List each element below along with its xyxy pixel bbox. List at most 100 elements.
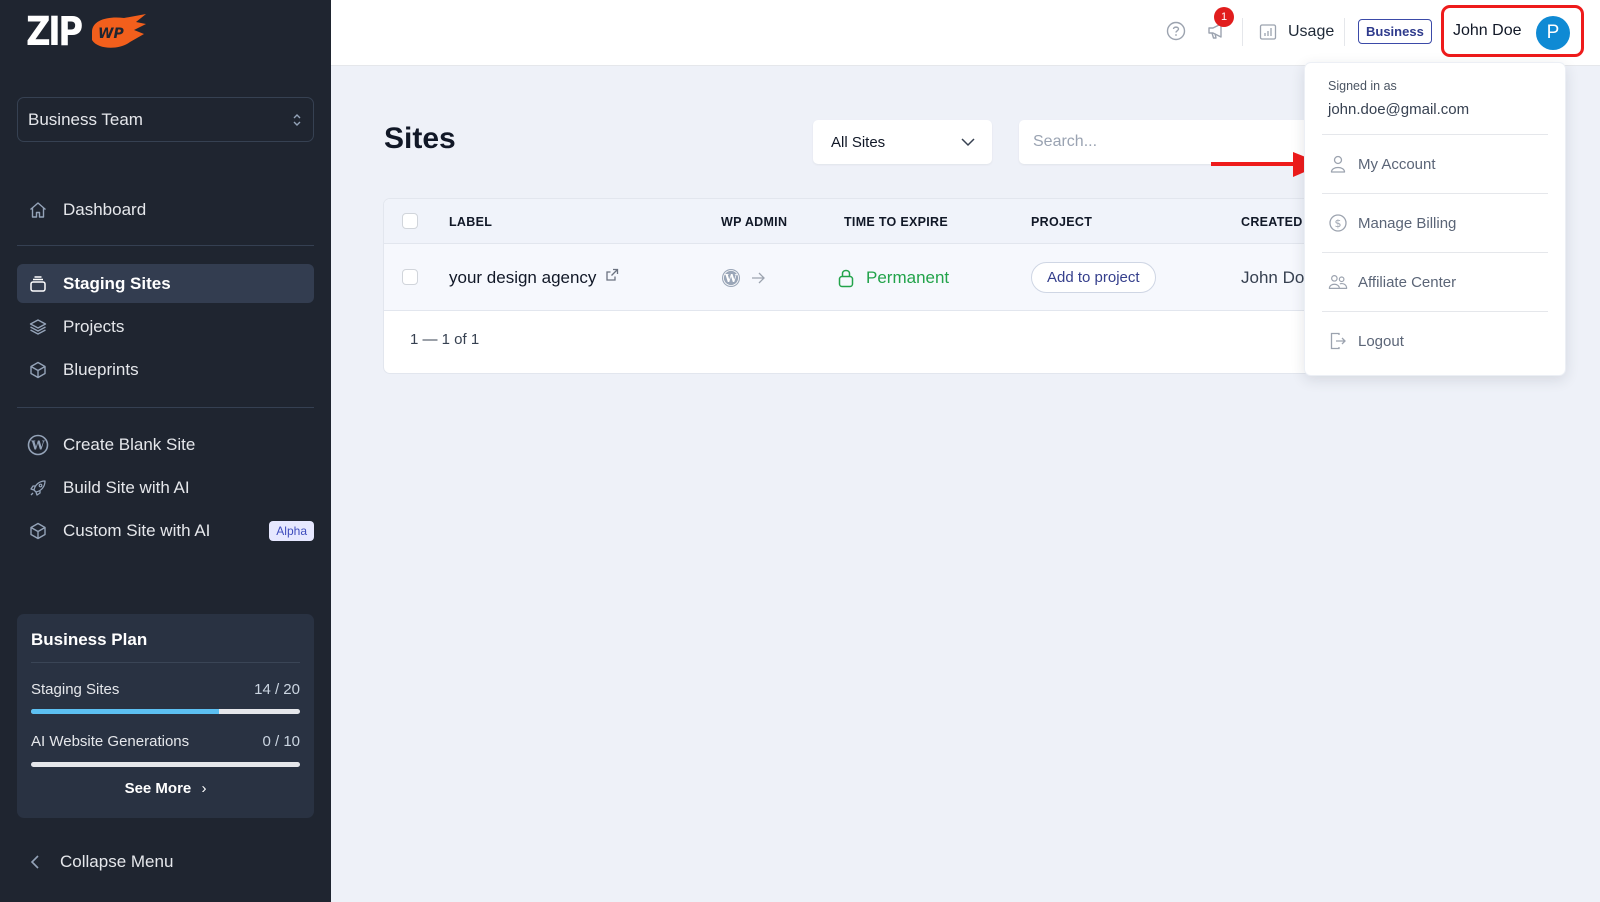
see-more-button[interactable]: See More › [17,780,314,797]
site-filter-select[interactable]: All Sites [813,120,992,164]
menu-divider [1322,252,1548,253]
usage-label: Usage [1288,23,1335,40]
add-to-project-button[interactable]: Add to project [1031,262,1156,293]
chevron-left-icon [30,855,39,869]
logout-icon [1328,331,1348,351]
user-icon [1328,154,1348,174]
menu-item-label: Affiliate Center [1358,273,1457,291]
created-by-cell: John Doe [1241,244,1314,311]
dollar-circle-icon: $ [1328,213,1348,233]
sidebar-item-label: Projects [63,316,125,336]
staging-usage-count: 14 / 20 [254,681,300,698]
menu-item-affiliate-center[interactable]: Affiliate Center [1328,267,1548,297]
team-selector-value: Business Team [28,109,143,129]
help-icon[interactable] [1165,20,1187,47]
archive-box-icon [27,273,49,295]
layers-icon [27,316,49,338]
svg-text:$: $ [1335,217,1342,230]
arrow-right-icon [752,272,765,283]
svg-text:W: W [724,272,738,285]
collapse-menu-button[interactable]: Collapse Menu [26,852,173,872]
sidebar-item-label: Staging Sites [63,273,171,293]
staging-usage-bar-fill [31,709,220,714]
avatar: P [1536,16,1570,50]
row-checkbox[interactable] [402,269,418,285]
signed-in-label: Signed in as [1328,79,1397,93]
sidebar-divider [17,245,314,246]
plan-badge[interactable]: Business [1358,19,1432,44]
users-icon [1328,272,1348,292]
menu-item-my-account[interactable]: My Account [1328,149,1548,179]
sites-table: LABEL WP ADMIN TIME TO EXPIRE PROJECT CR… [383,198,1383,374]
collapse-menu-label: Collapse Menu [60,852,174,871]
menu-item-label: Logout [1358,332,1404,350]
column-header-project[interactable]: PROJECT [1031,215,1092,229]
logo-text: ZIP [26,9,83,55]
menu-divider [1322,311,1548,312]
wp-admin-cell[interactable]: W [721,244,767,311]
zipwp-logo[interactable]: ZIP WP [26,9,148,55]
external-link-icon[interactable] [604,267,620,283]
menu-item-manage-billing[interactable]: $ Manage Billing [1328,208,1548,238]
topbar-divider [1344,18,1345,46]
home-icon [27,199,49,221]
sidebar-item-dashboard[interactable]: Dashboard [17,190,314,229]
sidebar-item-label: Build Site with AI [63,477,190,497]
column-header-wp-admin[interactable]: WP ADMIN [721,215,787,229]
logo-badge-text: WP [98,26,124,42]
notification-count-badge: 1 [1214,7,1234,27]
chevron-right-icon: › [201,780,207,797]
site-label-cell: your design agency [449,244,620,311]
sidebar-item-create-blank-site[interactable]: W Create Blank Site [17,425,314,464]
expire-status: Permanent [866,267,950,287]
user-menu-button[interactable]: John Doe P [1441,5,1584,57]
ai-usage-count: 0 / 10 [262,733,300,750]
table-header: LABEL WP ADMIN TIME TO EXPIRE PROJECT CR… [384,199,1382,244]
sidebar-item-blueprints[interactable]: Blueprints [17,350,314,389]
site-filter-value: All Sites [831,133,886,151]
sidebar-item-label: Dashboard [63,199,147,219]
rocket-icon [27,477,49,499]
signed-in-email: john.doe@gmail.com [1328,101,1470,118]
sidebar-item-label: Create Blank Site [63,434,196,454]
project-cell: Add to project [1031,244,1156,311]
user-name: John Doe [1453,22,1522,39]
user-menu-dropdown: Signed in as john.doe@gmail.com My Accou… [1304,62,1566,376]
lock-icon [838,269,854,287]
column-header-time-to-expire[interactable]: TIME TO EXPIRE [844,215,948,229]
sidebar-item-build-site-with-ai[interactable]: Build Site with AI [17,468,314,507]
menu-item-logout[interactable]: Logout [1328,326,1548,356]
column-header-label[interactable]: LABEL [449,215,492,229]
ai-usage-label: AI Website Generations [31,733,190,750]
sidebar-item-staging-sites[interactable]: Staging Sites [17,264,314,303]
created-by-value: John Doe [1241,267,1314,287]
pagination-summary: 1 — 1 of 1 [410,331,480,348]
topbar-divider [1242,18,1243,46]
select-all-checkbox[interactable] [402,213,418,229]
staging-usage-row: Staging Sites 14 / 20 [31,681,300,698]
wordpress-icon: W [27,434,49,456]
time-to-expire-cell: Permanent [836,244,949,311]
menu-item-label: Manage Billing [1358,214,1457,232]
svg-text:W: W [30,438,45,452]
chevron-down-icon [961,138,975,147]
sidebar-divider [17,407,314,408]
logo-flame-icon: WP [92,14,147,48]
sidebar-item-label: Blueprints [63,359,139,379]
usage-button[interactable]: Usage [1258,18,1334,46]
alpha-badge: Alpha [269,520,314,541]
site-label-link[interactable]: your design agency [449,268,596,288]
cube-icon [27,520,49,542]
ai-usage-bar [31,762,300,767]
ai-usage-row: AI Website Generations 0 / 10 [31,733,300,750]
menu-item-label: My Account [1358,155,1436,173]
plan-title: Business Plan [31,630,148,649]
plan-divider [31,662,300,663]
team-selector[interactable]: Business Team [17,97,314,142]
see-more-label: See More [124,780,192,797]
cube-icon [27,359,49,381]
sidebar-item-custom-site-with-ai[interactable]: Custom Site with AI Alpha [17,511,314,550]
chart-bar-icon [1259,24,1277,40]
sidebar-item-projects[interactable]: Projects [17,307,314,346]
wordpress-icon: W [722,268,740,287]
